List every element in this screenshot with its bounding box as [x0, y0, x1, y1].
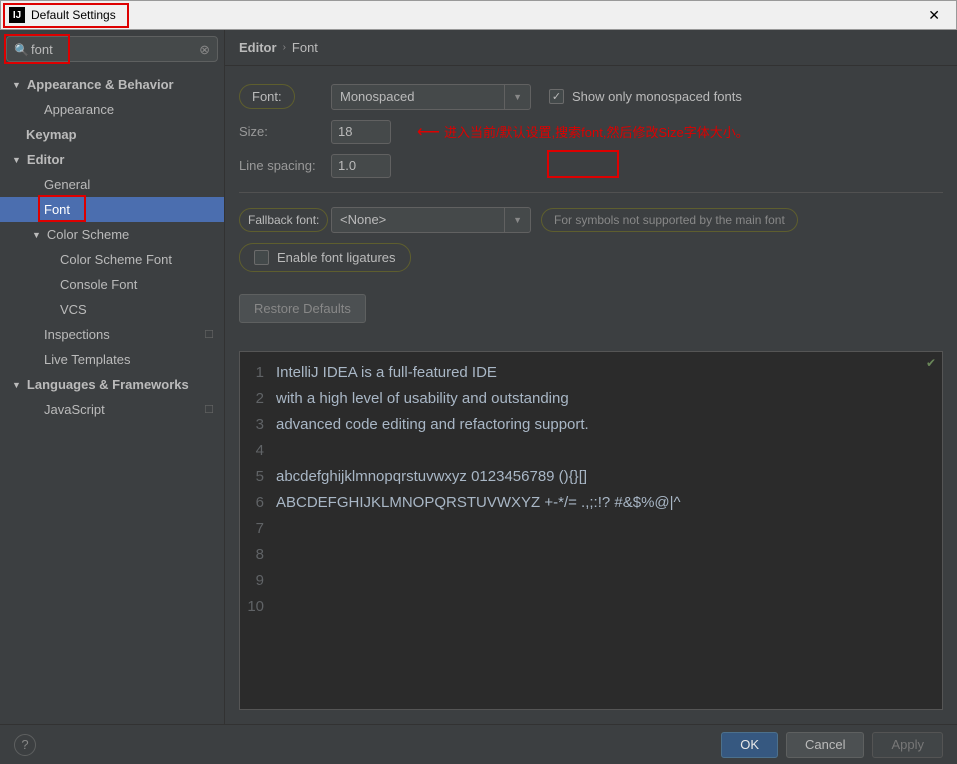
- window-title: Default Settings: [31, 8, 116, 22]
- sidebar-item-label: Keymap: [26, 127, 77, 142]
- sidebar-item-label: JavaScript: [44, 402, 105, 417]
- size-label: Size:: [239, 124, 331, 139]
- fallback-label: Fallback font:: [239, 208, 328, 232]
- size-input[interactable]: [331, 120, 391, 144]
- sidebar-item-label: Color Scheme Font: [60, 252, 172, 267]
- show-monospaced-checkbox[interactable]: ✓: [549, 89, 564, 104]
- sidebar-item-general[interactable]: General: [0, 172, 224, 197]
- arrow-left-icon: ⟵: [417, 122, 440, 142]
- apply-button[interactable]: Apply: [872, 732, 943, 758]
- preview-code: IntelliJ IDEA is a full-featured IDE wit…: [270, 352, 942, 709]
- sidebar: 🔍 ⊗ ▼ Appearance & Behavior Appearance Keym…: [0, 30, 225, 724]
- chevron-down-icon: ▼: [32, 230, 41, 240]
- sidebar-item-live-templates[interactable]: Live Templates: [0, 347, 224, 372]
- footer: ? OK Cancel Apply: [0, 724, 957, 764]
- ligatures-checkbox[interactable]: [254, 250, 269, 265]
- search-wrap: 🔍 ⊗: [0, 30, 224, 68]
- spacing-input[interactable]: [331, 154, 391, 178]
- settings-tree: ▼ Appearance & Behavior Appearance Keymap ▼ E…: [0, 68, 224, 422]
- ligatures-label: Enable font ligatures: [277, 250, 396, 265]
- chevron-down-icon: ▼: [12, 380, 21, 390]
- help-icon[interactable]: ?: [14, 734, 36, 756]
- sidebar-item-label: Languages & Frameworks: [27, 377, 189, 392]
- close-icon[interactable]: ✕: [920, 3, 948, 28]
- sidebar-item-languages-frameworks[interactable]: ▼ Languages & Frameworks: [0, 372, 224, 397]
- sidebar-item-color-scheme-font[interactable]: Color Scheme Font: [0, 247, 224, 272]
- ok-button[interactable]: OK: [721, 732, 778, 758]
- sidebar-item-label: VCS: [60, 302, 87, 317]
- font-label: Font:: [239, 84, 295, 109]
- sidebar-item-vcs[interactable]: VCS: [0, 297, 224, 322]
- sidebar-item-label: Live Templates: [44, 352, 130, 367]
- clear-icon[interactable]: ⊗: [199, 42, 210, 58]
- ligatures-wrap: Enable font ligatures: [239, 243, 411, 272]
- sidebar-item-label: Editor: [27, 152, 65, 167]
- chevron-down-icon: ▼: [12, 80, 21, 90]
- sidebar-item-editor[interactable]: ▼ Editor: [0, 147, 224, 172]
- check-icon: ✔: [926, 356, 936, 370]
- chevron-right-icon: ›: [283, 42, 286, 53]
- search-icon: 🔍: [14, 43, 29, 57]
- font-preview: ✔ 12345678910 IntelliJ IDEA is a full-fe…: [239, 351, 943, 710]
- preview-gutter: 12345678910: [240, 352, 270, 709]
- annotation-text: ⟵ 进入当前/默认设置,搜索font,然后修改Size字体大小。: [413, 122, 749, 142]
- sidebar-item-label: Appearance: [44, 102, 114, 117]
- sidebar-item-label: Font: [44, 202, 70, 217]
- sidebar-item-label: Appearance & Behavior: [27, 77, 174, 92]
- sidebar-item-font[interactable]: Font: [0, 197, 224, 222]
- sidebar-item-label: Inspections: [44, 327, 110, 342]
- font-value: Monospaced: [340, 89, 414, 104]
- chevron-down-icon: ▼: [12, 155, 21, 165]
- scope-icon: ☐: [204, 328, 214, 341]
- sidebar-item-appearance[interactable]: Appearance: [0, 97, 224, 122]
- search-input[interactable]: [6, 36, 218, 62]
- fallback-hint: For symbols not supported by the main fo…: [541, 208, 798, 232]
- sidebar-item-inspections[interactable]: Inspections ☐: [0, 322, 224, 347]
- divider: [239, 192, 943, 193]
- sidebar-item-label: Console Font: [60, 277, 137, 292]
- sidebar-item-label: Color Scheme: [47, 227, 129, 242]
- spacing-label: Line spacing:: [239, 158, 331, 173]
- breadcrumb: Editor › Font: [225, 30, 957, 66]
- scope-icon: ☐: [204, 403, 214, 416]
- form-area: Font: Monospaced ▼ ✓ Show only monospace…: [225, 66, 957, 341]
- titlebar: IJ Default Settings ✕: [0, 0, 957, 30]
- font-dropdown[interactable]: Monospaced ▼: [331, 84, 531, 110]
- breadcrumb-parent: Editor: [239, 40, 277, 55]
- main-area: 🔍 ⊗ ▼ Appearance & Behavior Appearance Keym…: [0, 30, 957, 724]
- fallback-dropdown[interactable]: <None> ▼: [331, 207, 531, 233]
- sidebar-item-console-font[interactable]: Console Font: [0, 272, 224, 297]
- chevron-down-icon: ▼: [504, 85, 522, 109]
- sidebar-item-keymap[interactable]: Keymap: [0, 122, 224, 147]
- restore-defaults-button[interactable]: Restore Defaults: [239, 294, 366, 323]
- sidebar-item-color-scheme[interactable]: ▼ Color Scheme: [0, 222, 224, 247]
- breadcrumb-current: Font: [292, 40, 318, 55]
- chevron-down-icon: ▼: [504, 208, 522, 232]
- sidebar-item-javascript[interactable]: JavaScript ☐: [0, 397, 224, 422]
- sidebar-item-label: General: [44, 177, 90, 192]
- fallback-value: <None>: [340, 212, 386, 227]
- app-icon: IJ: [9, 7, 25, 23]
- content-panel: Editor › Font Font: Monospaced ▼ ✓ Show …: [225, 30, 957, 724]
- sidebar-item-appearance-behavior[interactable]: ▼ Appearance & Behavior: [0, 72, 224, 97]
- cancel-button[interactable]: Cancel: [786, 732, 864, 758]
- show-monospaced-label: Show only monospaced fonts: [572, 89, 742, 104]
